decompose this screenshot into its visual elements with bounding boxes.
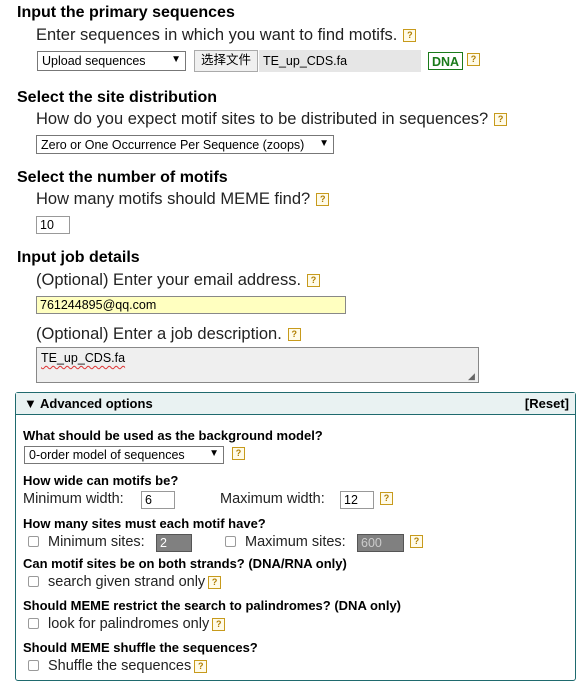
min-width-input[interactable]: 6: [141, 491, 175, 509]
site-distribution-select-value: Zero or One Occurrence Per Sequence (zoo…: [41, 138, 305, 152]
choose-file-button[interactable]: 选择文件: [194, 50, 258, 72]
shuffle-checkbox[interactable]: [28, 660, 39, 671]
motif-count-input[interactable]: 10: [36, 216, 70, 234]
min-sites-label: Minimum sites:: [48, 534, 145, 550]
dna-alphabet-badge: DNA: [428, 52, 463, 70]
background-model-select-value: 0-order model of sequences: [29, 448, 185, 462]
help-icon[interactable]: ?: [316, 193, 330, 207]
max-width-input[interactable]: 12: [340, 491, 374, 509]
help-icon[interactable]: ?: [494, 113, 508, 127]
given-strand-checkbox[interactable]: [28, 576, 39, 587]
min-sites-input[interactable]: 2: [156, 534, 192, 552]
primary-sequences-question: Enter sequences in which you want to fin…: [36, 26, 417, 45]
max-sites-checkbox[interactable]: [225, 536, 236, 547]
max-sites-input[interactable]: 600: [357, 534, 404, 552]
email-question: (Optional) Enter your email address.?: [36, 271, 321, 290]
job-description-textarea[interactable]: TE_up_CDS.fa: [36, 347, 479, 383]
chevron-down-icon: ▼: [319, 138, 329, 149]
motif-sites-question: How many sites must each motif have?: [23, 516, 266, 531]
help-icon[interactable]: ?: [194, 659, 208, 673]
primary-sequences-heading: Input the primary sequences: [17, 4, 235, 21]
site-distribution-question: How do you expect motif sites to be dist…: [36, 110, 508, 129]
given-strand-text: search given strand only: [48, 574, 206, 590]
job-details-heading: Input job details: [17, 249, 140, 266]
help-icon[interactable]: ?: [410, 535, 423, 548]
help-icon[interactable]: ?: [380, 492, 393, 505]
help-icon[interactable]: ?: [403, 29, 417, 43]
background-model-question: What should be used as the background mo…: [23, 428, 323, 443]
palindromes-checkbox[interactable]: [28, 618, 39, 629]
sequence-input-select[interactable]: Upload sequences ▼: [37, 51, 186, 71]
shuffle-text: Shuffle the sequences: [48, 658, 192, 674]
help-icon[interactable]: ?: [467, 53, 480, 66]
motif-width-question: How wide can motifs be?: [23, 473, 179, 488]
site-distribution-question-text: How do you expect motif sites to be dist…: [36, 110, 489, 128]
help-icon[interactable]: ?: [307, 274, 321, 288]
advanced-options-header[interactable]: ▼ Advanced options [Reset]: [16, 393, 575, 415]
motif-number-question: How many motifs should MEME find??: [36, 190, 330, 209]
min-width-label: Minimum width:: [23, 491, 124, 507]
max-width-label: Maximum width:: [220, 491, 325, 507]
description-question-text: (Optional) Enter a job description.: [36, 325, 282, 343]
primary-sequences-question-text: Enter sequences in which you want to fin…: [36, 26, 398, 44]
strands-question: Can motif sites be on both strands? (DNA…: [23, 556, 347, 571]
email-question-text: (Optional) Enter your email address.: [36, 271, 302, 289]
max-sites-label: Maximum sites:: [245, 534, 346, 550]
help-icon[interactable]: ?: [212, 617, 226, 631]
background-model-select[interactable]: 0-order model of sequences ▼: [24, 446, 224, 464]
job-description-value: TE_up_CDS.fa: [41, 351, 126, 365]
help-icon[interactable]: ?: [232, 447, 245, 460]
chevron-down-icon: ▼: [171, 54, 181, 65]
shuffle-label: Shuffle the sequences?: [48, 658, 208, 674]
reset-link[interactable]: [Reset]: [525, 396, 569, 411]
site-distribution-heading: Select the site distribution: [17, 89, 218, 106]
help-icon[interactable]: ?: [208, 575, 222, 589]
palindromes-label: look for palindromes only?: [48, 616, 226, 632]
shuffle-question: Should MEME shuffle the sequences?: [23, 640, 258, 655]
help-icon[interactable]: ?: [287, 328, 301, 342]
palindromes-question: Should MEME restrict the search to palin…: [23, 598, 402, 613]
site-distribution-select[interactable]: Zero or One Occurrence Per Sequence (zoo…: [36, 135, 334, 154]
textarea-resize-handle[interactable]: ◢: [468, 372, 477, 381]
sequence-input-select-value: Upload sequences: [42, 54, 146, 68]
motif-number-heading: Select the number of motifs: [17, 169, 228, 186]
given-strand-label: search given strand only?: [48, 574, 222, 590]
advanced-options-toggle[interactable]: ▼ Advanced options: [24, 396, 153, 411]
min-sites-checkbox[interactable]: [28, 536, 39, 547]
file-name-display: TE_up_CDS.fa: [259, 50, 421, 72]
description-question: (Optional) Enter a job description.?: [36, 325, 301, 344]
email-field[interactable]: 761244895@qq.com: [36, 296, 346, 314]
motif-number-question-text: How many motifs should MEME find?: [36, 190, 311, 208]
chevron-down-icon: ▼: [209, 448, 219, 459]
palindromes-text: look for palindromes only: [48, 616, 210, 632]
